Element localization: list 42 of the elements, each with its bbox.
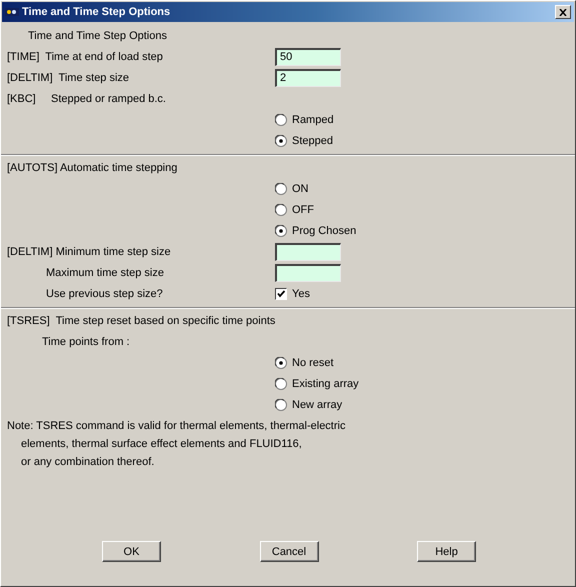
radio-button[interactable]	[275, 182, 287, 194]
note-text: Note: TSRES command is valid for thermal elements, thermal-electric	[7, 419, 346, 434]
close-button[interactable]	[555, 5, 571, 19]
radio-label: ON	[292, 182, 308, 194]
input-field[interactable]	[275, 264, 341, 282]
field-label: [DELTIM] Time step size	[6, 72, 130, 84]
app-icon	[5, 6, 19, 18]
caption-label: Time points from :	[41, 336, 130, 348]
dialog-button[interactable]: OK	[102, 541, 161, 562]
checkbox[interactable]	[275, 288, 287, 300]
field-label: [TSRES] Time step reset based on specific time points	[6, 314, 275, 326]
field-label: [AUTOTS] Automatic time stepping	[6, 162, 178, 174]
dialog-button[interactable]: Cancel	[260, 541, 318, 562]
radio-button[interactable]	[275, 378, 287, 390]
caption-label: Time and Time Step Options	[27, 30, 167, 42]
field-label: [TIME] Time at end of load step	[6, 50, 164, 62]
dialog-button[interactable]: Help	[417, 541, 476, 562]
note-text: or any combination thereof.	[20, 455, 156, 470]
radio-button[interactable]	[275, 356, 287, 368]
field-label: Use previous step size?	[45, 288, 164, 300]
radio-label: New array	[292, 398, 342, 410]
radio-label: Existing array	[292, 378, 359, 390]
field-label: [DELTIM] Minimum time step size	[6, 246, 172, 258]
radio-button[interactable]	[275, 224, 287, 236]
radio-label: No reset	[292, 356, 334, 368]
checkbox-label: Yes	[292, 288, 310, 300]
window-title: Time and Time Step Options	[22, 6, 170, 18]
radio-button[interactable]	[275, 398, 287, 410]
close-icon	[559, 8, 567, 16]
input-field[interactable]: 50	[275, 48, 341, 66]
radio-label: Stepped	[292, 134, 333, 146]
radio-label: Prog Chosen	[292, 224, 356, 236]
radio-button[interactable]	[275, 204, 287, 216]
field-label: [KBC] Stepped or ramped b.c.	[6, 92, 167, 104]
field-label: Maximum time step size	[45, 266, 165, 278]
radio-label: OFF	[292, 204, 314, 216]
radio-button[interactable]	[275, 134, 287, 146]
input-field[interactable]	[275, 242, 341, 260]
radio-button[interactable]	[275, 114, 287, 126]
input-field[interactable]: 2	[275, 68, 341, 86]
note-text: elements, thermal surface effect elements and FLUID116,	[20, 437, 303, 452]
radio-label: Ramped	[292, 114, 334, 126]
